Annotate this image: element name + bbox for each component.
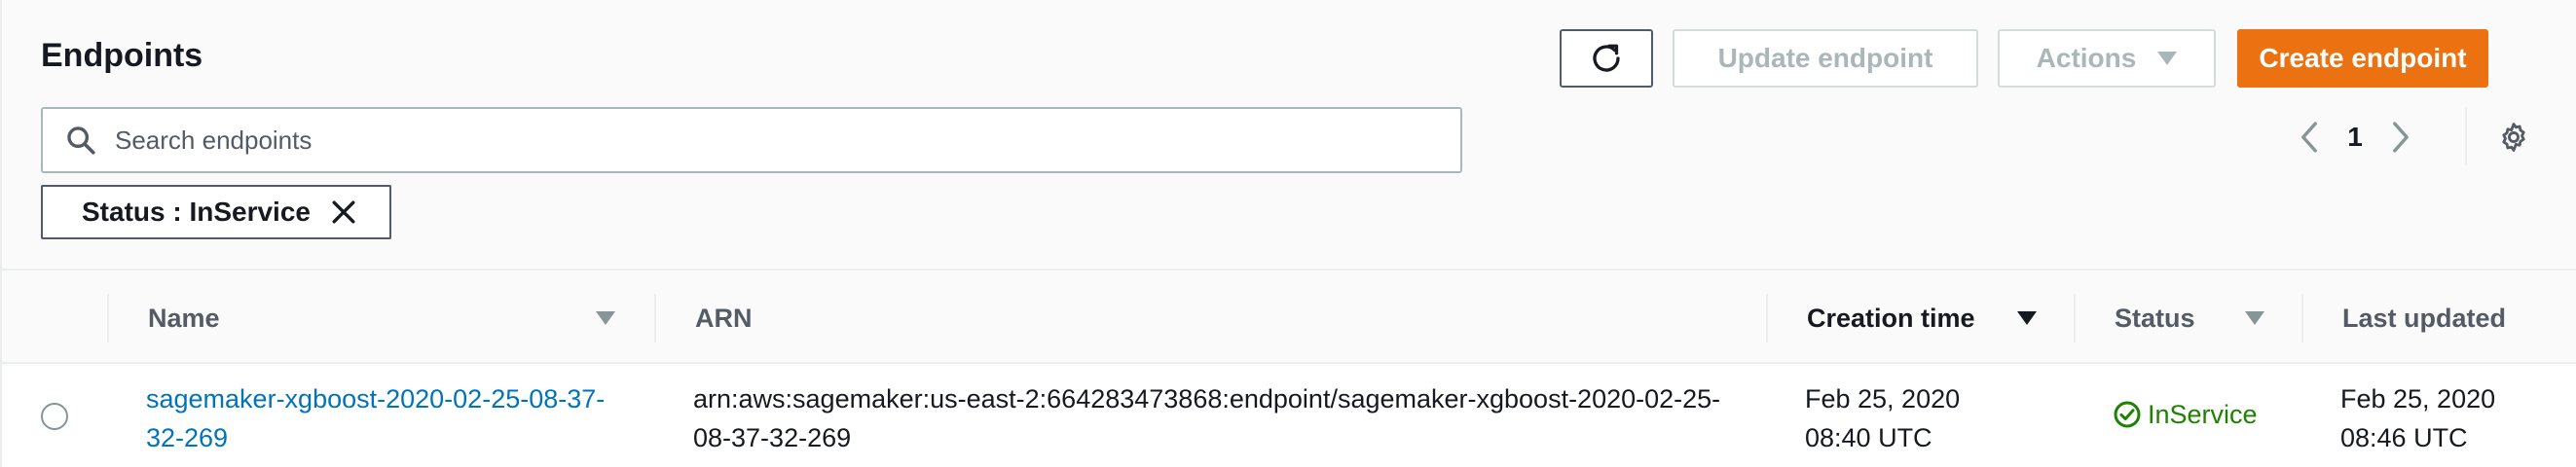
- prev-page-button[interactable]: [2290, 115, 2329, 160]
- pagination-divider: [2465, 107, 2467, 165]
- column-divider: [2074, 294, 2076, 342]
- actions-dropdown[interactable]: Actions: [1998, 29, 2216, 88]
- remove-filter-button[interactable]: [328, 197, 359, 228]
- table-body: sagemaker-xgboost-2020-02-25-08-37-32-26…: [2, 366, 2576, 467]
- next-page-button[interactable]: [2381, 115, 2420, 160]
- column-divider: [107, 294, 109, 342]
- close-icon: [332, 200, 355, 224]
- panel-header: Endpoints Update endpoint Actions Create…: [2, 0, 2576, 270]
- status-text: InService: [2148, 400, 2258, 429]
- refresh-button[interactable]: [1560, 29, 1653, 88]
- endpoints-panel: Endpoints Update endpoint Actions Create…: [0, 0, 2576, 467]
- pagination: 1: [2290, 115, 2420, 160]
- current-page-number[interactable]: 1: [2329, 122, 2381, 153]
- caret-down-icon: [2157, 52, 2178, 65]
- sort-down-icon[interactable]: [2245, 311, 2264, 325]
- check-circle-icon: [2114, 401, 2141, 428]
- column-header-last-updated[interactable]: Last updated: [2342, 272, 2506, 364]
- create-endpoint-button[interactable]: Create endpoint: [2237, 29, 2488, 88]
- sort-down-icon[interactable]: [596, 311, 615, 325]
- page-title: Endpoints: [41, 37, 203, 74]
- search-box: [41, 107, 1462, 173]
- column-header-arn: ARN: [695, 303, 753, 333]
- column-header-name[interactable]: Name: [148, 272, 220, 364]
- preferences-button[interactable]: [2494, 115, 2533, 160]
- filter-token-label: Status : InService: [82, 197, 311, 227]
- row-select-radio[interactable]: [41, 403, 68, 430]
- search-icon: [67, 126, 95, 155]
- sort-down-icon[interactable]: [2017, 311, 2037, 325]
- refresh-icon: [1593, 44, 1620, 72]
- endpoint-name-link[interactable]: sagemaker-xgboost-2020-02-25-08-37-32-26…: [146, 379, 633, 457]
- column-divider: [1766, 294, 1768, 342]
- chevron-left-icon: [2301, 122, 2317, 153]
- actions-label: Actions: [2036, 43, 2137, 73]
- chevron-right-icon: [2393, 122, 2409, 153]
- column-header-status[interactable]: Status: [2115, 272, 2195, 364]
- table-header: Name ARN Creation time Status Last updat…: [2, 272, 2576, 364]
- search-input[interactable]: [115, 125, 1419, 156]
- endpoint-arn: arn:aws:sagemaker:us-east-2:664283473868…: [693, 384, 1721, 452]
- filter-token: Status : InService: [41, 185, 391, 239]
- creation-time: Feb 25, 2020 08:40 UTC: [1805, 384, 1961, 452]
- column-divider: [2301, 294, 2303, 342]
- status-indicator: InService: [2113, 395, 2258, 434]
- update-endpoint-button[interactable]: Update endpoint: [1673, 29, 1978, 88]
- table-row: sagemaker-xgboost-2020-02-25-08-37-32-26…: [2, 366, 2576, 467]
- last-updated: Feb 25, 2020 08:46 UTC: [2340, 384, 2496, 452]
- column-divider: [654, 294, 656, 342]
- gear-icon: [2502, 123, 2525, 152]
- column-header-creation-time[interactable]: Creation time: [1807, 272, 1975, 364]
